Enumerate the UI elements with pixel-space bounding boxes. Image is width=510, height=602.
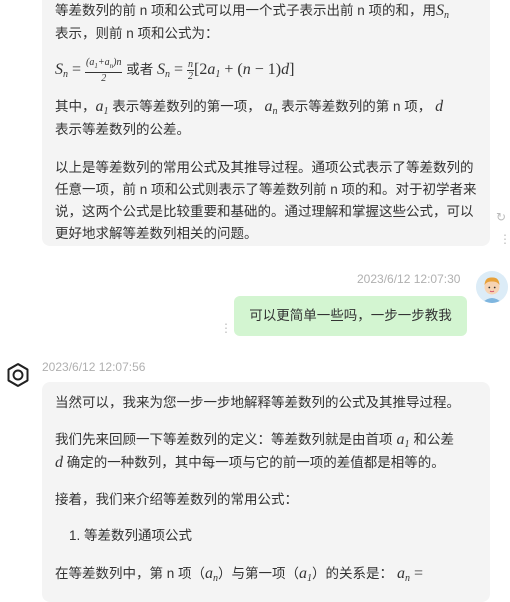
user-message-bubble: 可以更简单一些吗，一步一步教我 bbox=[234, 296, 467, 336]
math-sn: Sn bbox=[436, 2, 450, 21]
more-options-icon[interactable]: ⋮ bbox=[220, 321, 232, 335]
message-text: d 确定的一种数列，其中每一项与它的前一项的差值都是相等的。 bbox=[55, 454, 445, 471]
message-text: 表示等差数列的公差。 bbox=[55, 122, 190, 137]
user-avatar[interactable] bbox=[476, 271, 508, 303]
user-timestamp: 2023/6/12 12:07:30 bbox=[357, 272, 461, 286]
message-text: 在等差数列中，第 n 项（an）与第一项（a1）的关系是： an = bbox=[55, 565, 424, 584]
chatgpt-logo-icon bbox=[7, 363, 29, 387]
refresh-icon[interactable]: ↻ bbox=[496, 210, 506, 224]
ai-avatar bbox=[3, 360, 33, 390]
message-text: 以上是等差数列的常用公式及其推导过程。通项公式表示了等差数列的任意一项，前 n … bbox=[55, 160, 477, 241]
sum-formula: Sn = (a1+an)n 2 或者 Sn = n 2 [2a1 + (n − 1)d… bbox=[55, 57, 295, 84]
message-text: 表示，则前 n 项和公式为： bbox=[55, 26, 219, 41]
more-options-icon[interactable]: ⋮ bbox=[499, 232, 510, 246]
ai-timestamp: 2023/6/12 12:07:56 bbox=[42, 360, 146, 374]
user-message-text: 可以更简单一些吗，一步一步教我 bbox=[249, 308, 452, 323]
message-text: 接着，我们来介绍等差数列的常用公式： bbox=[55, 492, 298, 507]
list-item: 1. 等差数列通项公式 bbox=[69, 528, 193, 543]
ai-message-1: 等差数列的前 n 项和公式可以用一个式子表示出前 n 项的和，用Sn 表示，则前… bbox=[42, 0, 490, 246]
ai-message-2: 当然可以，我来为您一步一步地解释等差数列的公式及其推导过程。 我们先来回顾一下等… bbox=[42, 382, 490, 602]
message-text: 当然可以，我来为您一步一步地解释等差数列的公式及其推导过程。 bbox=[55, 395, 460, 410]
avatar-icon bbox=[476, 271, 508, 303]
